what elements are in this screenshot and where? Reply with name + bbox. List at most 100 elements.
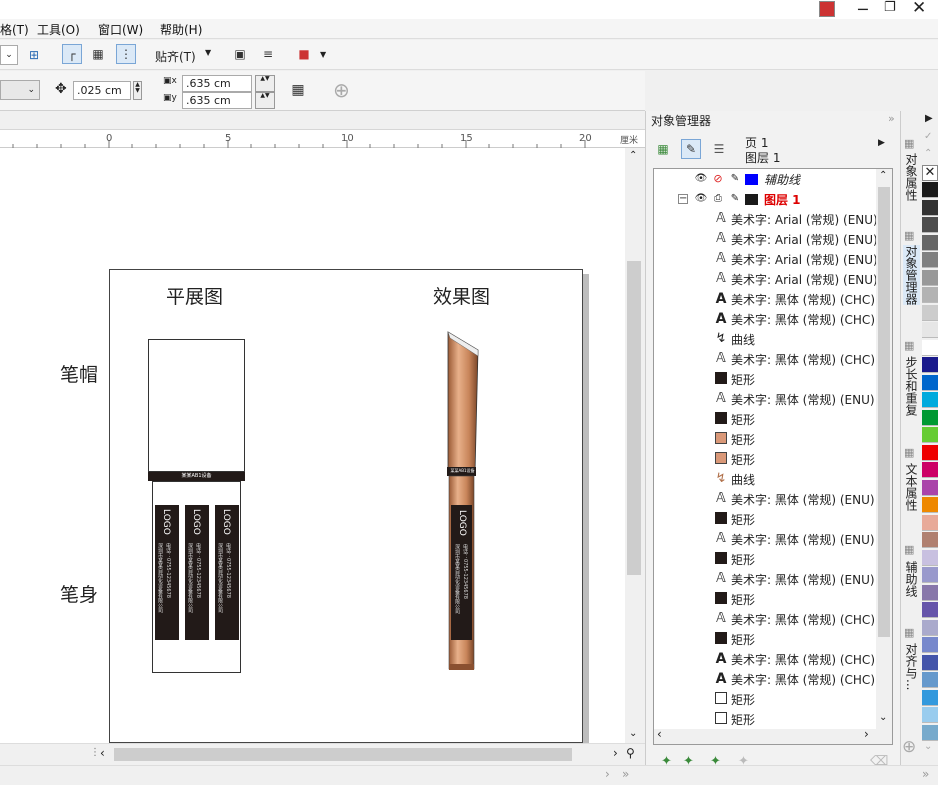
printer-icon[interactable]: ⎙ [711,192,725,206]
tree-scroll-thumb[interactable] [878,187,890,637]
palette-scroll-right-icon[interactable]: ▶ [925,113,933,124]
scroll-up-icon[interactable]: ⌃ [629,150,637,161]
menu-item-window[interactable]: 窗口(W) [98,21,143,38]
palette-swatch[interactable] [922,724,938,741]
palette-swatch[interactable] [922,462,938,478]
scroll-down-icon[interactable]: ⌄ [879,712,887,723]
restore-icon[interactable]: ❐ [884,0,896,15]
no-print-icon[interactable]: ⊘ [711,172,725,186]
tab-align-distribute[interactable]: 对齐与... [903,643,920,690]
launcher-icon[interactable]: ■ [294,44,314,64]
palette-swatch[interactable] [922,217,938,233]
scroll-left-icon[interactable]: ‹ [657,727,662,741]
layer-color-swatch[interactable] [745,193,758,205]
layer-manager-view-icon[interactable]: ☰ [709,139,729,159]
add-tab-icon[interactable]: ⊕ [902,737,916,757]
palette-swatch[interactable] [922,532,938,548]
vertical-scroll-thumb[interactable] [627,261,641,575]
duplicate-y-field[interactable]: .635 cm [182,92,252,109]
palette-swatch[interactable] [922,654,938,671]
palette-swatch[interactable] [922,567,938,583]
label-strip-1[interactable]: LOGO 深圳市某某自动化设备有限公司 电话：0755-12345678 [155,505,179,640]
close-icon[interactable]: ✕ [912,0,926,18]
options-icon[interactable]: ▣ [230,44,250,64]
palette-swatch[interactable] [922,707,938,723]
snap-to-button[interactable]: 贴齐(T) [155,48,196,65]
dup-y-spinner[interactable]: ▲▼ [255,92,275,109]
palette-swatch[interactable] [922,409,938,426]
palette-swatch[interactable] [922,287,938,303]
palette-swatch[interactable] [922,339,938,356]
new-layer-icon[interactable]: ✦ [661,754,672,769]
horizontal-scroll-thumb[interactable] [114,748,572,761]
palette-swatch[interactable] [922,357,938,373]
eye-icon[interactable]: 👁 [694,172,708,186]
tab-object-properties[interactable]: 对象属性 [903,153,920,201]
palette-swatch[interactable] [922,602,938,618]
minimize-icon[interactable]: ─ [858,0,868,19]
palette-swatch[interactable] [922,374,938,391]
show-properties-icon[interactable]: ▦ [653,139,673,159]
scroll-left-icon[interactable]: ‹ [100,746,105,760]
splitter-icon[interactable]: ⋮ [90,747,100,758]
tab-guidelines[interactable]: 辅助线 [903,561,920,597]
tab-text-properties[interactable]: 文本属性 [903,463,920,511]
tree-hscrollbar[interactable]: ‹ › [654,727,876,744]
add-icon[interactable]: ⊕ [333,78,350,102]
user-icon[interactable] [819,1,835,17]
horizontal-scrollbar[interactable]: ⋮ ‹ › ⚲ [0,743,645,765]
palette-swatch[interactable] [922,672,938,688]
palette-scroll-up-icon[interactable]: ⌃ [924,148,932,159]
horizontal-ruler[interactable] [0,130,645,148]
new-master-layer-even-icon[interactable]: ✦ [710,754,721,769]
expand-icon[interactable]: › [605,767,610,781]
label-strip-2[interactable]: LOGO 深圳市某某自动化设备有限公司 电话：0755-12345678 [185,505,209,640]
palette-swatch[interactable] [922,619,938,636]
palette-swatch[interactable] [922,444,938,461]
nudge-spinner[interactable]: ▲ ▼ [133,81,142,100]
new-master-layer-odd-icon[interactable]: ✦ [738,754,749,769]
palette-swatch[interactable] [922,479,938,496]
scroll-up-icon[interactable]: ⌃ [879,170,887,181]
palette-swatch[interactable] [922,182,938,198]
edit-across-layers-icon[interactable]: ✎ [681,139,701,159]
pen-illustration[interactable] [440,328,485,673]
dup-x-spinner[interactable]: ▲▼ [255,75,275,92]
palette-swatch[interactable] [922,584,938,601]
palette-swatch[interactable] [922,637,938,653]
chevron-down-icon[interactable]: ▼ [205,48,211,57]
menu-item-tools[interactable]: 工具(O) [37,21,80,38]
layer-row-layer1[interactable]: − 👁 ⎙ ✎ 图层 1 [678,189,900,209]
menu-item-help[interactable]: 帮助(H) [160,21,202,38]
palette-swatch[interactable] [922,269,938,286]
no-color-swatch[interactable]: ✕ [922,165,938,181]
tab-step-and-repeat[interactable]: 步长和重复 [903,356,920,416]
zoom-fit-icon[interactable]: ⊞ [24,45,44,65]
guidelines-icon[interactable]: ⋮ [116,44,136,64]
palette-swatch[interactable] [922,514,938,531]
scroll-down-icon[interactable]: ⌄ [629,728,637,739]
palette-swatch[interactable] [922,234,938,251]
palette-swatch[interactable] [922,392,938,408]
cap-flat-rect[interactable] [148,339,245,472]
palette-swatch[interactable] [922,497,938,513]
palette-swatch[interactable] [922,549,938,566]
eye-icon[interactable]: 👁 [694,192,708,206]
duplicate-x-field[interactable]: .635 cm [182,75,252,92]
palette-expand-icon[interactable]: » [922,767,929,781]
palette-scroll-down-icon[interactable]: ⌄ [924,741,932,752]
pencil-icon[interactable]: ✎ [728,172,742,186]
zoom-icon[interactable]: ⚲ [626,746,635,760]
object-tree[interactable]: 👁 ⊘ ✎ 辅助线 − 👁 ⎙ ✎ 图层 1 𝔸 美术字: Arial (常规) … [653,168,893,745]
dropdown-icon[interactable]: ⌄ [0,45,18,65]
eyedropper-icon[interactable]: ✓ [924,131,932,142]
expand-all-icon[interactable]: » [622,767,629,781]
grid-view-icon[interactable]: ▦ [88,44,108,64]
vertical-scrollbar[interactable]: ⌃ ⌄ [625,148,645,743]
palette-swatch[interactable] [922,199,938,216]
nudge-distance-field[interactable]: .025 cm [73,81,131,100]
delete-icon[interactable]: ⌫ [870,754,888,769]
chevron-down-icon[interactable]: ⌄ [0,80,40,100]
palette-swatch[interactable] [922,322,938,338]
palette-swatch[interactable] [922,427,938,443]
